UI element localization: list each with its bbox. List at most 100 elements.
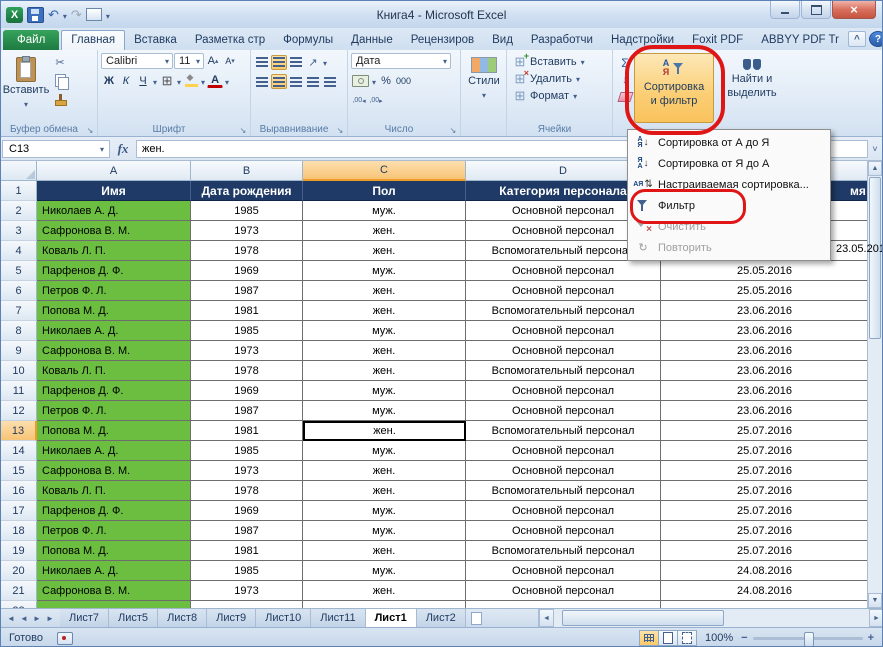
fill-button[interactable] [616,72,634,87]
cell-name[interactable]: Петров Ф. Л. [37,521,191,541]
cell[interactable] [303,601,466,608]
cell-name[interactable]: Николаев А. Д. [37,441,191,461]
row-header[interactable]: 17 [1,501,37,521]
wrap-text-button[interactable] [322,74,338,89]
cell-gender[interactable]: жен. [303,361,466,381]
row-header[interactable]: 20 [1,561,37,581]
cell-date[interactable]: 23.06.2016 [661,361,869,381]
percent-button[interactable]: % [378,74,394,89]
cell-gender[interactable]: муж. [303,381,466,401]
font-color-button[interactable]: А [207,74,224,88]
scroll-up-icon[interactable] [868,161,882,176]
cell-gender[interactable]: муж. [303,441,466,461]
cell-category[interactable]: Вспомогательный персонал [466,481,661,501]
increase-decimal-button[interactable] [351,93,367,108]
cell-date[interactable]: 23.06.2016 [661,381,869,401]
delete-cells-button[interactable]: Удалить [510,68,610,87]
normal-view-button[interactable] [638,630,659,646]
cell-category[interactable]: Основной персонал [466,561,661,581]
sheet-tab-Лист10[interactable]: Лист10 [256,609,312,627]
cell-category[interactable]: Вспомогательный персонал [466,361,661,381]
customize-icon[interactable] [85,8,102,21]
tab-Надстройки[interactable]: Надстройки [602,30,683,50]
scroll-right-icon[interactable] [869,609,882,627]
copy-button[interactable] [52,73,69,90]
header-cell-name[interactable]: Имя [37,181,191,201]
orientation-button[interactable] [305,55,321,70]
horizontal-scroll-thumb[interactable] [562,610,724,626]
cell-birthdate[interactable]: 1969 [191,501,303,521]
minimize-button[interactable] [770,1,800,19]
align-top-button[interactable] [254,55,270,70]
clear-button[interactable] [616,89,634,104]
cell-date[interactable]: 25.07.2016 [661,541,869,561]
shrink-font-button[interactable] [222,54,238,69]
cell-birthdate[interactable]: 1981 [191,301,303,321]
cell-gender[interactable]: муж. [303,501,466,521]
find-select-button[interactable]: Найти и выделить [714,53,790,123]
cell-date[interactable]: 24.08.2016 [661,581,869,601]
sheet-tab-Лист2[interactable]: Лист2 [416,609,466,627]
cell-category[interactable]: Вспомогательный персонал [466,541,661,561]
chevron-down-icon[interactable] [201,72,205,90]
vertical-scrollbar[interactable] [867,161,882,608]
excel-app-icon[interactable] [6,6,23,23]
macro-record-icon[interactable] [56,631,73,645]
last-sheet-icon[interactable] [44,614,56,623]
cell-birthdate[interactable]: 1987 [191,281,303,301]
dialog-launcher-icon[interactable] [335,125,345,135]
cell-date[interactable]: 25.07.2016 [661,421,869,441]
cell[interactable] [661,601,869,608]
row-header[interactable]: 14 [1,441,37,461]
cell-name[interactable]: Парфенов Д. Ф. [37,501,191,521]
insert-sheet-button[interactable] [466,609,488,627]
row-header[interactable]: 2 [1,201,37,221]
cell-gender[interactable]: жен. [303,481,466,501]
row-header[interactable]: 15 [1,461,37,481]
align-right-button[interactable] [288,74,304,89]
active-cell[interactable]: жен. [303,421,466,441]
cell-birthdate[interactable]: 1969 [191,381,303,401]
zoom-out-icon[interactable] [741,632,747,644]
cell-gender[interactable]: жен. [303,221,466,241]
align-left-button[interactable] [254,74,270,89]
cell-birthdate[interactable]: 1981 [191,421,303,441]
dialog-launcher-icon[interactable] [448,125,458,135]
cell-date[interactable]: 25.07.2016 [661,441,869,461]
cell-birthdate[interactable]: 1985 [191,441,303,461]
cell-date[interactable]: 25.07.2016 [661,521,869,541]
format-painter-button[interactable] [52,91,68,106]
row-header[interactable]: 4 [1,241,37,261]
tab-Разметка стр[interactable]: Разметка стр [186,30,274,50]
row-header[interactable]: 3 [1,221,37,241]
zoom-in-icon[interactable] [868,632,874,644]
dialog-launcher-icon[interactable] [85,125,95,135]
cell-name[interactable]: Парфенов Д. Ф. [37,261,191,281]
insert-function-button[interactable]: fx [110,141,136,157]
cell-name[interactable]: Николаев А. Д. [37,321,191,341]
cell-birthdate[interactable]: 1973 [191,461,303,481]
tab-file[interactable]: Файл [3,30,60,50]
cell-gender[interactable]: жен. [303,341,466,361]
bold-button[interactable]: Ж [101,74,117,89]
underline-button[interactable]: Ч [135,74,151,89]
row-header[interactable]: 18 [1,521,37,541]
fill-color-button[interactable] [183,72,199,89]
cell-category[interactable]: Основной персонал [466,261,661,281]
collapse-ribbon-button[interactable] [847,31,866,47]
row-header[interactable]: 8 [1,321,37,341]
cell-birthdate[interactable]: 1987 [191,401,303,421]
cell-date[interactable]: 25.05.2016 [661,281,869,301]
cell-birthdate[interactable]: 1969 [191,261,303,281]
cell-name[interactable]: Петров Ф. Л. [37,401,191,421]
zoom-track[interactable] [752,631,863,646]
cell-date[interactable]: 25.07.2016 [661,481,869,501]
decrease-indent-button[interactable] [305,74,321,89]
cell-name[interactable]: Попова М. Д. [37,421,191,441]
cell[interactable] [466,601,661,608]
save-icon[interactable] [27,6,44,23]
sheet-tab-Лист11[interactable]: Лист11 [311,609,366,627]
italic-button[interactable]: К [118,74,134,89]
name-box[interactable]: C13 [2,139,110,158]
tab-Разработчи[interactable]: Разработчи [522,30,602,50]
